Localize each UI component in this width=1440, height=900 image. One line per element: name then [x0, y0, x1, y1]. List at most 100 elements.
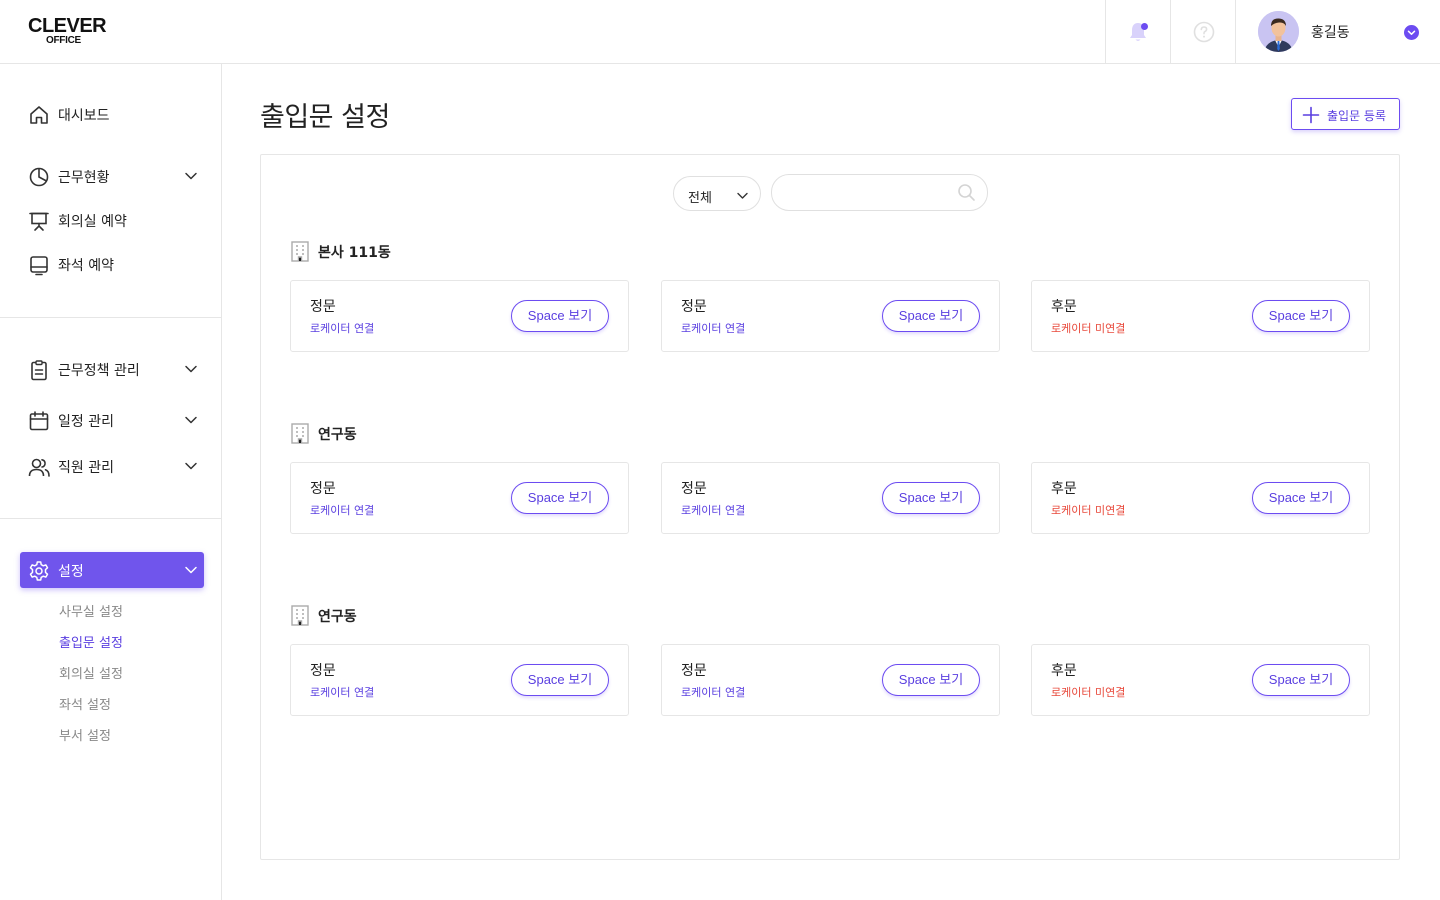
chevron-down-icon — [185, 416, 197, 424]
sidebar-item-label: 근무현황 — [58, 170, 110, 186]
door-card: 정문 로케이터 연결 Space 보기 — [290, 280, 629, 352]
sidebar-subitem-seat-settings[interactable]: 좌석 설정 — [59, 694, 111, 713]
calendar-icon — [29, 411, 49, 431]
search-icon[interactable] — [957, 183, 976, 202]
search-box — [771, 174, 988, 211]
chevron-down-icon — [185, 462, 197, 470]
space-view-button[interactable]: Space 보기 — [882, 664, 980, 696]
door-list-panel: 전체 본사 111동 정문 로케이터 연결 Space 보기 정문 로케이터 연… — [260, 154, 1400, 860]
logo[interactable]: CLEVER OFFICE — [28, 14, 108, 50]
page-title: 출입문 설정 — [260, 102, 390, 133]
home-icon — [30, 106, 48, 124]
locator-status: 로케이터 미연결 — [1051, 686, 1126, 699]
sidebar-subitem-door-settings[interactable]: 출입문 설정 — [59, 632, 123, 651]
users-icon — [28, 458, 50, 477]
space-view-button[interactable]: Space 보기 — [882, 300, 980, 332]
space-view-button[interactable]: Space 보기 — [511, 664, 609, 696]
top-bar: CLEVER OFFICE 홍길동 — [0, 0, 1440, 64]
door-name: 후문 — [1051, 481, 1077, 497]
add-door-button[interactable]: 출입문 등록 — [1291, 98, 1400, 130]
help-button[interactable] — [1170, 0, 1235, 63]
sidebar-item-label: 좌석 예약 — [58, 258, 114, 274]
space-view-button[interactable]: Space 보기 — [1252, 664, 1350, 696]
notification-dot — [1141, 23, 1148, 30]
locator-status: 로케이터 연결 — [310, 686, 375, 699]
sidebar-item-settings[interactable]: 설정 — [20, 552, 204, 588]
sidebar-divider — [0, 317, 221, 318]
door-name: 정문 — [681, 663, 707, 679]
door-card: 정문 로케이터 연결 Space 보기 — [290, 462, 629, 534]
sidebar-item-work-policy[interactable]: 근무정책 관리 — [20, 351, 204, 387]
building-filter-select[interactable]: 전체 — [673, 176, 761, 211]
door-card: 정문 로케이터 연결 Space 보기 — [290, 644, 629, 716]
sidebar-item-label: 일정 관리 — [58, 414, 114, 430]
sidebar-item-attendance[interactable]: 근무현황 — [20, 158, 204, 194]
building-name: 연구동 — [318, 427, 357, 443]
locator-status: 로케이터 연결 — [681, 322, 746, 335]
sidebar-subitem-meeting-room-settings[interactable]: 회의실 설정 — [59, 663, 123, 682]
space-view-button[interactable]: Space 보기 — [882, 482, 980, 514]
door-name: 정문 — [681, 481, 707, 497]
door-name: 정문 — [310, 481, 336, 497]
locator-status: 로케이터 연결 — [681, 686, 746, 699]
presentation-icon — [29, 212, 49, 231]
door-card: 후문 로케이터 미연결 Space 보기 — [1031, 462, 1370, 534]
locator-status: 로케이터 연결 — [310, 322, 375, 335]
door-name: 정문 — [681, 299, 707, 315]
chevron-down-icon — [185, 566, 197, 574]
building-icon — [291, 605, 309, 626]
pie-chart-icon — [29, 167, 49, 187]
locator-status: 로케이터 미연결 — [1051, 504, 1126, 517]
sidebar-subitem-office-settings[interactable]: 사무실 설정 — [59, 601, 123, 620]
door-card: 정문 로케이터 연결 Space 보기 — [661, 644, 1000, 716]
space-view-button[interactable]: Space 보기 — [511, 300, 609, 332]
chevron-down-icon — [185, 172, 197, 180]
sidebar-item-seat[interactable]: 좌석 예약 — [20, 246, 204, 282]
sidebar-item-staff[interactable]: 직원 관리 — [20, 448, 204, 484]
gear-icon — [29, 561, 49, 581]
sidebar-item-label: 대시보드 — [58, 108, 110, 124]
notifications-button[interactable] — [1105, 0, 1170, 63]
user-menu[interactable]: 홍길동 — [1235, 0, 1440, 63]
sidebar-item-schedule[interactable]: 일정 관리 — [20, 402, 204, 438]
help-icon — [1193, 21, 1215, 43]
chevron-down-icon[interactable] — [1404, 25, 1419, 40]
building-name: 연구동 — [318, 609, 357, 625]
space-view-button[interactable]: Space 보기 — [511, 482, 609, 514]
search-input[interactable] — [786, 183, 946, 203]
sidebar-item-label: 회의실 예약 — [58, 214, 127, 230]
user-name: 홍길동 — [1311, 25, 1350, 41]
avatar — [1258, 11, 1299, 52]
space-view-button[interactable]: Space 보기 — [1252, 300, 1350, 332]
building-icon — [291, 423, 309, 444]
filter-selected-value: 전체 — [688, 191, 712, 206]
door-name: 후문 — [1051, 299, 1077, 315]
sidebar-subitem-department-settings[interactable]: 부서 설정 — [59, 725, 111, 744]
locator-status: 로케이터 연결 — [310, 504, 375, 517]
locator-status: 로케이터 연결 — [681, 504, 746, 517]
plus-icon — [1302, 106, 1320, 124]
space-view-button[interactable]: Space 보기 — [1252, 482, 1350, 514]
sidebar-item-dashboard[interactable]: 대시보드 — [20, 96, 204, 132]
sidebar-item-label: 설정 — [58, 564, 84, 580]
sidebar-item-label: 직원 관리 — [58, 460, 114, 476]
building-icon — [291, 241, 309, 262]
door-name: 정문 — [310, 663, 336, 679]
monitor-icon — [30, 256, 48, 276]
sidebar-item-meeting-room[interactable]: 회의실 예약 — [20, 202, 204, 238]
door-card: 후문 로케이터 미연결 Space 보기 — [1031, 644, 1370, 716]
clipboard-icon — [31, 360, 47, 381]
logo-line1: CLEVER — [28, 15, 107, 37]
logo-line2: OFFICE — [46, 35, 81, 46]
door-card: 후문 로케이터 미연결 Space 보기 — [1031, 280, 1370, 352]
sidebar: 대시보드 근무현황 회의실 예약 좌석 예약 근무정책 관리 일정 관리 직원 … — [0, 64, 222, 900]
locator-status: 로케이터 미연결 — [1051, 322, 1126, 335]
sidebar-divider — [0, 518, 221, 519]
add-door-label: 출입문 등록 — [1327, 109, 1387, 123]
door-card: 정문 로케이터 연결 Space 보기 — [661, 462, 1000, 534]
building-name: 본사 111동 — [318, 245, 391, 261]
door-name: 정문 — [310, 299, 336, 315]
door-name: 후문 — [1051, 663, 1077, 679]
chevron-down-icon — [737, 192, 748, 199]
chevron-down-icon — [185, 365, 197, 373]
